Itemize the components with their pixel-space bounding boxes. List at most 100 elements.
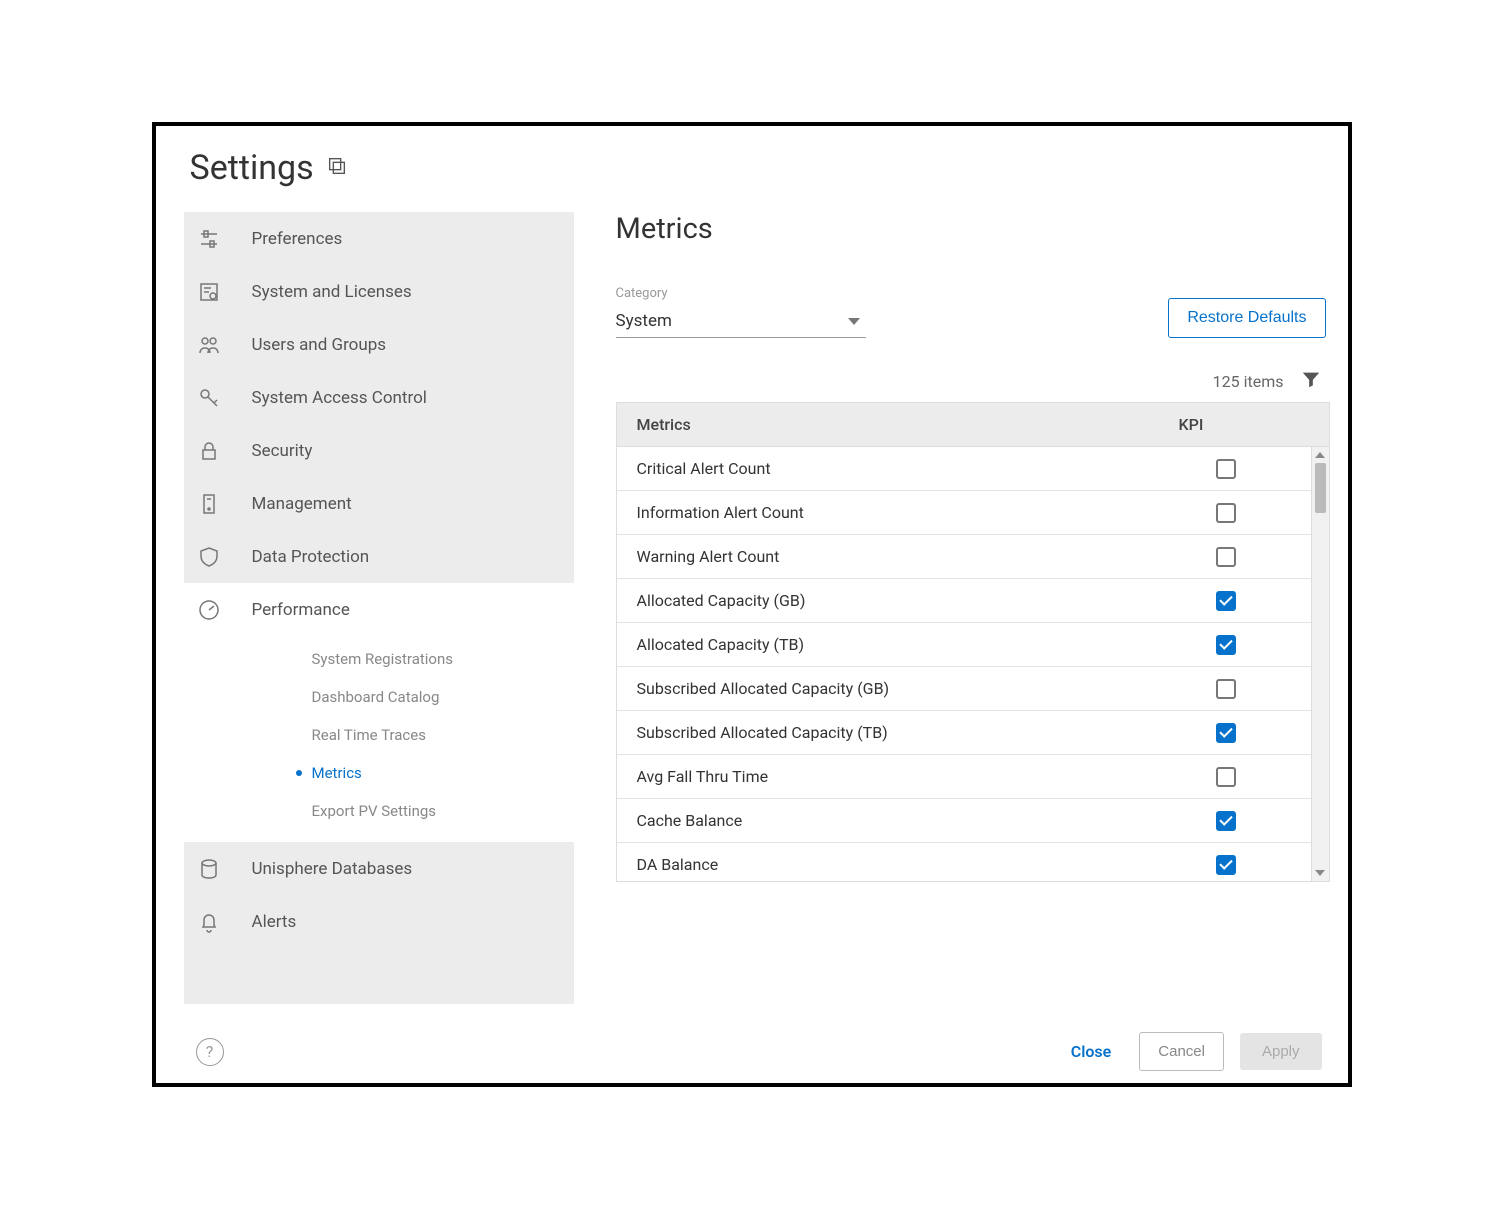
shield-icon xyxy=(196,545,222,569)
apply-button: Apply xyxy=(1240,1033,1322,1070)
kpi-checkbox[interactable] xyxy=(1216,503,1236,523)
category-value: System xyxy=(616,311,672,331)
kpi-cell xyxy=(1161,679,1311,699)
key-icon xyxy=(196,386,222,410)
sliders-icon xyxy=(196,227,222,251)
col-header-metrics[interactable]: Metrics xyxy=(617,415,1179,434)
sidebar-item-label: System and Licenses xyxy=(252,282,412,302)
close-button[interactable]: Close xyxy=(1059,1032,1124,1071)
col-header-kpi[interactable]: KPI xyxy=(1179,415,1329,434)
filter-icon[interactable] xyxy=(1300,368,1322,394)
table-body: Critical Alert Count Information Alert Co… xyxy=(617,447,1311,881)
metric-name: Cache Balance xyxy=(617,811,1161,830)
sidebar-item-data-protection[interactable]: Data Protection xyxy=(184,530,574,583)
table-row[interactable]: Subscribed Allocated Capacity (GB) xyxy=(617,667,1311,711)
scroll-up-icon[interactable] xyxy=(1312,447,1329,463)
restore-defaults-button[interactable]: Restore Defaults xyxy=(1168,298,1325,338)
sidebar-item-system-licenses[interactable]: System and Licenses xyxy=(184,265,574,318)
help-icon[interactable]: ? xyxy=(196,1038,224,1066)
metric-name: Allocated Capacity (TB) xyxy=(617,635,1161,654)
dialog-header: Settings xyxy=(184,148,1330,188)
kpi-checkbox[interactable] xyxy=(1216,855,1236,875)
metric-name: Information Alert Count xyxy=(617,503,1161,522)
scroll-down-icon[interactable] xyxy=(1312,865,1329,881)
metric-name: Allocated Capacity (GB) xyxy=(617,591,1161,610)
sidebar-item-users-groups[interactable]: Users and Groups xyxy=(184,318,574,371)
sidebar-item-label: Management xyxy=(252,494,352,514)
kpi-cell xyxy=(1161,635,1311,655)
server-icon xyxy=(196,492,222,516)
sub-item-real-time-traces[interactable]: Real Time Traces xyxy=(184,716,574,754)
kpi-cell xyxy=(1161,459,1311,479)
kpi-checkbox[interactable] xyxy=(1216,547,1236,567)
kpi-checkbox[interactable] xyxy=(1216,811,1236,831)
table-row[interactable]: Critical Alert Count xyxy=(617,447,1311,491)
category-select[interactable]: System xyxy=(616,307,866,338)
sidebar-item-label: Alerts xyxy=(252,912,297,932)
table-row[interactable]: DA Balance xyxy=(617,843,1311,881)
lock-icon xyxy=(196,439,222,463)
sidebar-item-label: System Access Control xyxy=(252,388,427,408)
sub-item-dashboard-catalog[interactable]: Dashboard Catalog xyxy=(184,678,574,716)
metrics-table: Metrics KPI Critical Alert Count Informat… xyxy=(616,402,1330,882)
sidebar-item-access-control[interactable]: System Access Control xyxy=(184,371,574,424)
category-select-wrap: Category System xyxy=(616,286,866,338)
sidebar-item-unisphere-db[interactable]: Unisphere Databases xyxy=(184,842,574,895)
scroll-thumb[interactable] xyxy=(1315,463,1326,513)
chevron-down-icon xyxy=(848,318,860,325)
metric-name: DA Balance xyxy=(617,855,1161,874)
kpi-cell xyxy=(1161,767,1311,787)
sidebar-item-label: Performance xyxy=(252,600,350,620)
kpi-checkbox[interactable] xyxy=(1216,679,1236,699)
kpi-checkbox[interactable] xyxy=(1216,723,1236,743)
sidebar-item-label: Security xyxy=(252,441,313,461)
database-icon xyxy=(196,857,222,881)
sidebar-item-preferences[interactable]: Preferences xyxy=(184,212,574,265)
sub-item-export-pv[interactable]: Export PV Settings xyxy=(184,792,574,830)
cancel-button[interactable]: Cancel xyxy=(1139,1032,1224,1071)
sidebar-item-security[interactable]: Security xyxy=(184,424,574,477)
table-row[interactable]: Information Alert Count xyxy=(617,491,1311,535)
metric-name: Critical Alert Count xyxy=(617,459,1161,478)
sidebar-item-label: Data Protection xyxy=(252,547,370,567)
sidebar-item-alerts[interactable]: Alerts xyxy=(184,895,574,948)
kpi-cell xyxy=(1161,811,1311,831)
table-row[interactable]: Warning Alert Count xyxy=(617,535,1311,579)
scrollbar[interactable] xyxy=(1311,447,1329,881)
metric-name: Subscribed Allocated Capacity (GB) xyxy=(617,679,1161,698)
page-title: Settings xyxy=(190,148,314,188)
kpi-checkbox[interactable] xyxy=(1216,459,1236,479)
license-icon xyxy=(196,280,222,304)
table-row[interactable]: Subscribed Allocated Capacity (TB) xyxy=(617,711,1311,755)
sidebar-tail xyxy=(184,948,574,1004)
metric-name: Avg Fall Thru Time xyxy=(617,767,1161,786)
kpi-checkbox[interactable] xyxy=(1216,591,1236,611)
settings-dialog: Settings Preferences System and Licenses… xyxy=(152,122,1352,1087)
sidebar-item-management[interactable]: Management xyxy=(184,477,574,530)
sidebar-item-performance[interactable]: Performance xyxy=(184,583,574,636)
kpi-cell xyxy=(1161,547,1311,567)
metric-name: Warning Alert Count xyxy=(617,547,1161,566)
main-panel: Metrics Category System Restore Defaults… xyxy=(574,212,1330,1004)
users-icon xyxy=(196,333,222,357)
kpi-cell xyxy=(1161,503,1311,523)
copy-icon[interactable] xyxy=(326,155,348,181)
metric-name: Subscribed Allocated Capacity (TB) xyxy=(617,723,1161,742)
items-count: 125 items xyxy=(1213,372,1284,391)
kpi-checkbox[interactable] xyxy=(1216,767,1236,787)
sub-item-registrations[interactable]: System Registrations xyxy=(184,640,574,678)
sidebar-item-label: Unisphere Databases xyxy=(252,859,413,879)
gauge-icon xyxy=(196,598,222,622)
sidebar-submenu: System Registrations Dashboard Catalog R… xyxy=(184,636,574,842)
table-row[interactable]: Allocated Capacity (TB) xyxy=(617,623,1311,667)
sub-item-metrics[interactable]: Metrics xyxy=(184,754,574,792)
table-row[interactable]: Allocated Capacity (GB) xyxy=(617,579,1311,623)
kpi-checkbox[interactable] xyxy=(1216,635,1236,655)
table-row[interactable]: Cache Balance xyxy=(617,799,1311,843)
category-label: Category xyxy=(616,286,866,301)
table-row[interactable]: Avg Fall Thru Time xyxy=(617,755,1311,799)
scroll-track[interactable] xyxy=(1312,463,1329,865)
panel-title: Metrics xyxy=(616,212,1330,246)
bell-icon xyxy=(196,910,222,934)
dialog-footer: ? Close Cancel Apply xyxy=(184,1004,1330,1071)
